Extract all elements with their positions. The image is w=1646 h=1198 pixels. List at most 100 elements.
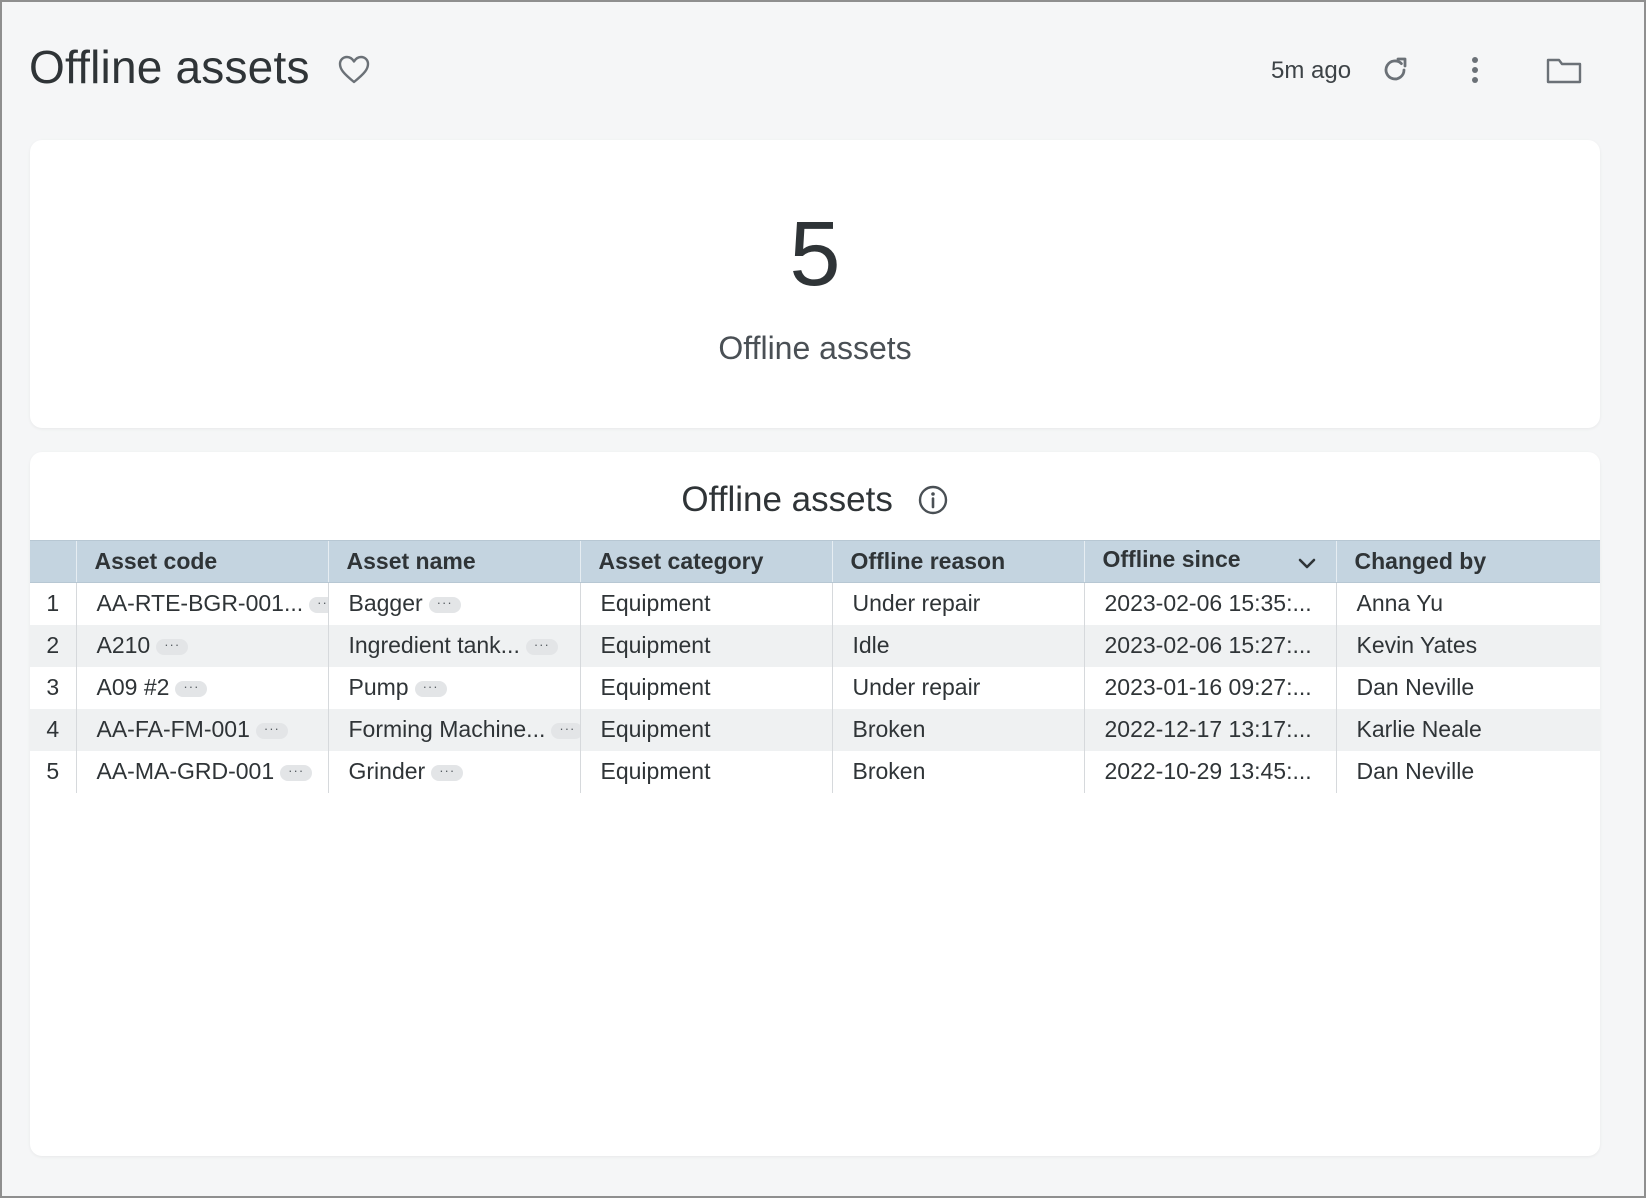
cell-offline-reason-text: Under repair [852, 590, 981, 617]
cell-asset-code[interactable]: AA-RTE-BGR-001... ··· [75, 582, 328, 625]
cell-changed-by-text: Dan Neville [1356, 674, 1475, 700]
cell-asset-code[interactable]: AA-FA-FM-001 ··· [75, 708, 328, 751]
cell-offline-reason-text: Under repair [852, 674, 981, 700]
cell-changed-by[interactable]: Kevin Yates [1335, 624, 1600, 667]
cell-offline-reason[interactable]: Broken [831, 750, 1084, 793]
more-button[interactable]: ··· [255, 722, 288, 739]
column-header-asset-category[interactable]: Asset category [579, 540, 832, 583]
cell-offline-since-text: 2022-12-17 13:17:... [1104, 716, 1312, 742]
row-index: 2 [30, 624, 77, 667]
refresh-icon[interactable] [1377, 52, 1413, 88]
cell-asset-name[interactable]: Ingredient tank... ··· [327, 624, 580, 667]
cell-offline-since[interactable]: 2023-02-06 15:35:... [1083, 582, 1336, 625]
cell-changed-by[interactable]: Karlie Neale [1335, 708, 1600, 751]
table-row[interactable]: 3 A09 #2 ··· Pump ··· Equipment Under repair 20… [30, 666, 1600, 709]
page-title: Offline assets [29, 41, 310, 93]
more-button[interactable]: ··· [175, 680, 208, 697]
cell-asset-name[interactable]: Forming Machine... ··· [327, 708, 580, 751]
cell-asset-name-text: Bagger [348, 590, 423, 617]
cell-offline-reason-text: Broken [852, 716, 926, 742]
cell-asset-code-text: AA-RTE-BGR-001... [96, 590, 304, 617]
cell-offline-since[interactable]: 2023-02-06 15:27:... [1083, 624, 1336, 667]
cell-asset-code-text: AA-MA-GRD-001 [96, 758, 275, 784]
kpi-value: 5 [789, 203, 841, 305]
cell-asset-code-text: A09 #2 [96, 674, 170, 700]
cell-changed-by[interactable]: Dan Neville [1335, 750, 1600, 793]
cell-asset-name-text: Ingredient tank... [348, 632, 520, 658]
column-header-offline-reason[interactable]: Offline reason [831, 540, 1084, 583]
cell-asset-name[interactable]: Bagger ··· [327, 582, 580, 625]
cell-changed-by-text: Kevin Yates [1356, 632, 1478, 658]
cell-asset-name-text: Forming Machine... [348, 716, 546, 742]
cell-changed-by[interactable]: Anna Yu [1335, 582, 1600, 625]
more-button[interactable]: ··· [431, 764, 464, 781]
cell-asset-category-text: Equipment [600, 758, 711, 784]
kpi-card: 5 Offline assets [30, 140, 1600, 428]
table-card: Offline assets Asset code Asset name Ass… [30, 452, 1600, 1156]
cell-asset-category[interactable]: Equipment [579, 666, 832, 709]
more-button[interactable]: ··· [156, 638, 189, 655]
cell-changed-by-text: Anna Yu [1356, 590, 1444, 617]
more-button[interactable]: ··· [525, 638, 558, 655]
row-index: 1 [30, 582, 77, 625]
cell-asset-name-text: Grinder [348, 758, 426, 784]
cell-asset-name[interactable]: Grinder ··· [327, 750, 580, 793]
cell-offline-reason[interactable]: Idle [831, 624, 1084, 667]
more-button[interactable]: ··· [309, 596, 328, 614]
dashboard-header: Offline assets 5m ago [2, 2, 1644, 132]
cell-offline-since[interactable]: 2023-01-16 09:27:... [1083, 666, 1336, 709]
table-title: Offline assets [30, 480, 1600, 520]
cell-offline-since-text: 2023-02-06 15:27:... [1104, 632, 1312, 658]
chevron-down-icon[interactable] [1298, 550, 1316, 577]
offline-assets-table: Asset code Asset name Asset category Off… [30, 540, 1600, 793]
cell-asset-category-text: Equipment [600, 632, 711, 658]
cell-asset-name[interactable]: Pump ··· [327, 666, 580, 709]
cell-asset-code[interactable]: AA-MA-GRD-001 ··· [75, 750, 328, 793]
cell-offline-since[interactable]: 2022-12-17 13:17:... [1083, 708, 1336, 751]
cell-asset-code-text: A210 [96, 632, 151, 658]
more-button[interactable]: ··· [280, 764, 313, 781]
column-header-asset-code[interactable]: Asset code [75, 540, 328, 583]
column-header-offline-since[interactable]: Offline since [1083, 540, 1336, 583]
more-button[interactable]: ··· [551, 722, 580, 739]
column-header-changed-by[interactable]: Changed by [1335, 540, 1600, 583]
cell-changed-by-text: Karlie Neale [1356, 716, 1482, 742]
row-index: 3 [30, 666, 77, 709]
column-header-asset-name[interactable]: Asset name [327, 540, 580, 583]
cell-offline-reason[interactable]: Broken [831, 708, 1084, 751]
table-row[interactable]: 4 AA-FA-FM-001 ··· Forming Machine... ··· Equ… [30, 708, 1600, 751]
cell-asset-code[interactable]: A210 ··· [75, 624, 328, 667]
cell-asset-category[interactable]: Equipment [579, 624, 832, 667]
heart-outline-icon[interactable] [337, 54, 371, 86]
cell-offline-reason[interactable]: Under repair [831, 666, 1084, 709]
kebab-menu-icon[interactable] [1457, 52, 1493, 88]
more-button[interactable]: ··· [414, 680, 447, 697]
cell-asset-code-text: AA-FA-FM-001 [96, 716, 250, 742]
cell-changed-by-text: Dan Neville [1356, 758, 1475, 784]
cell-asset-category[interactable]: Equipment [579, 750, 832, 793]
cell-asset-category[interactable]: Equipment [579, 708, 832, 751]
row-index: 5 [30, 750, 77, 793]
row-index-header [30, 540, 76, 583]
cell-offline-reason-text: Broken [852, 758, 926, 784]
cell-asset-name-text: Pump [348, 674, 409, 700]
row-index: 4 [30, 708, 77, 751]
kpi-label: Offline assets [718, 330, 912, 366]
table-header-row: Asset code Asset name Asset category Off… [30, 540, 1600, 583]
cell-changed-by[interactable]: Dan Neville [1335, 666, 1600, 709]
table-row[interactable]: 1 AA-RTE-BGR-001... ··· Bagger ··· Equipment U… [30, 582, 1600, 625]
cell-offline-reason[interactable]: Under repair [831, 582, 1084, 625]
info-icon[interactable] [917, 484, 949, 516]
cell-offline-since-text: 2023-02-06 15:35:... [1104, 590, 1312, 617]
table-title-text: Offline assets [681, 480, 893, 519]
table-row[interactable]: 5 AA-MA-GRD-001 ··· Grinder ··· Equipment Brok… [30, 750, 1600, 793]
more-button[interactable]: ··· [428, 596, 461, 614]
cell-offline-since-text: 2023-01-16 09:27:... [1104, 674, 1312, 700]
cell-asset-code[interactable]: A09 #2 ··· [75, 666, 328, 709]
cell-asset-category-text: Equipment [600, 674, 711, 700]
folder-icon[interactable] [1544, 52, 1584, 88]
cell-offline-since[interactable]: 2022-10-29 13:45:... [1083, 750, 1336, 793]
cell-asset-category[interactable]: Equipment [579, 582, 832, 625]
table-row[interactable]: 2 A210 ··· Ingredient tank... ··· Equipment Id… [30, 624, 1600, 667]
cell-offline-since-text: 2022-10-29 13:45:... [1104, 758, 1312, 784]
